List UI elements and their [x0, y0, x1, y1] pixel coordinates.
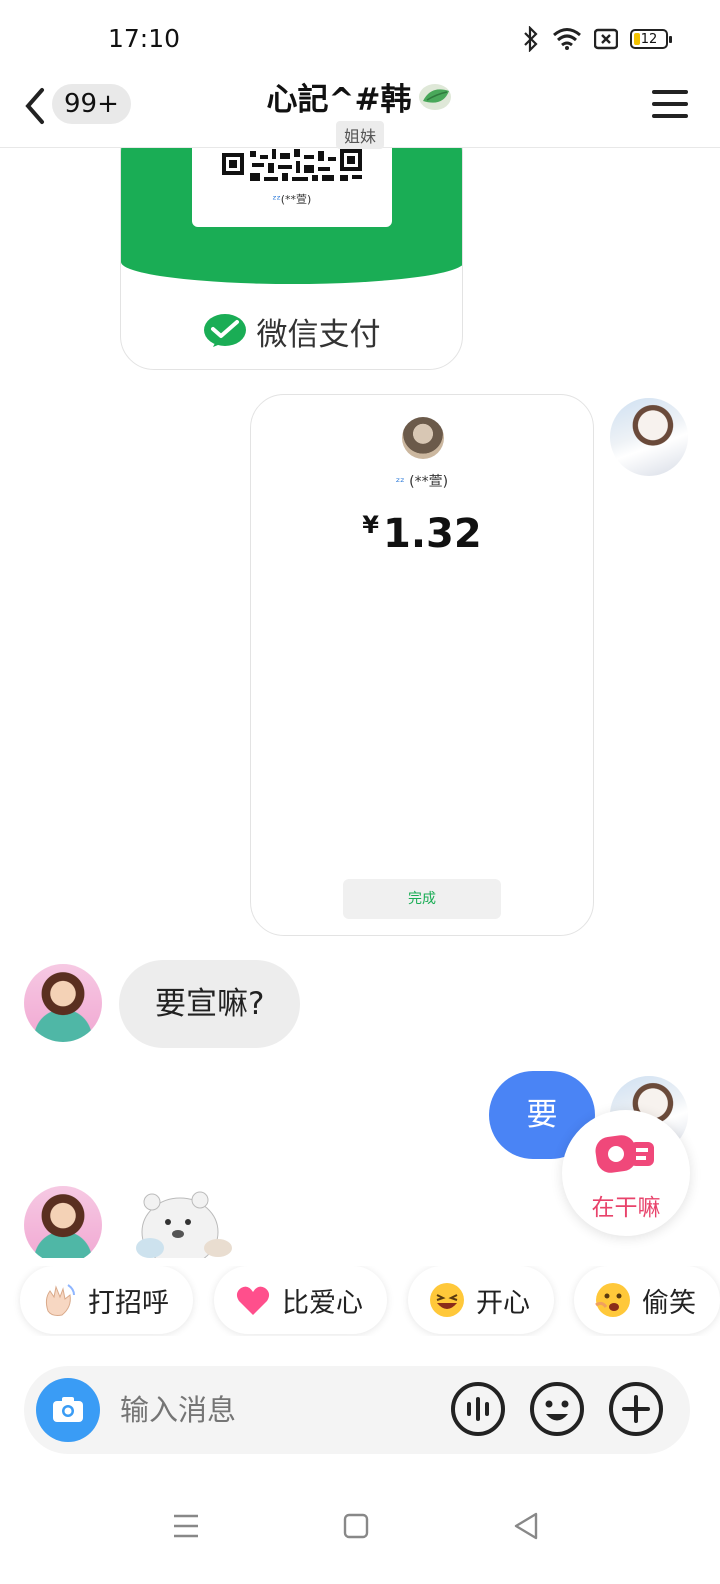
qr-payee-label: ᶻᶻ(**萱)	[272, 193, 312, 206]
whatcha-doing-label: 在干嘛	[591, 1195, 661, 1221]
system-navigation-bar	[0, 1490, 720, 1560]
qr-code-icon	[222, 149, 362, 183]
sim-disabled-icon	[594, 28, 618, 50]
oh-logo-icon	[595, 1135, 654, 1173]
quick-reaction-label: 打招呼	[88, 1287, 169, 1319]
laughing-face-icon	[430, 1283, 464, 1317]
my-avatar[interactable]	[610, 398, 688, 476]
qr-code-box: ᶻᶻ(**萱)	[192, 148, 392, 227]
giggling-face-icon	[595, 1283, 630, 1317]
chat-header: 99+ 心記^#韩 姐妹	[0, 70, 720, 149]
quick-reaction-wave[interactable]: 打招呼	[20, 1266, 193, 1334]
hamburger-menu-icon[interactable]	[652, 90, 688, 120]
camera-button[interactable]	[36, 1378, 100, 1442]
pink-heart-icon	[236, 1286, 270, 1315]
chat-message-list[interactable]: ᶻᶻ(**萱) 微信支付 ᶻᶻ (**萱) ¥1.32 完成 要宣嘛? 要 在干…	[0, 148, 720, 1258]
bluetooth-icon	[524, 26, 538, 52]
chat-title: 心記^#韩	[267, 74, 454, 119]
chat-title-block[interactable]: 心記^#韩 姐妹	[0, 74, 720, 149]
payee-name: ᶻᶻ (**萱)	[395, 474, 449, 490]
quick-reaction-giggle[interactable]: 偷笑	[574, 1266, 720, 1334]
voice-wave-icon[interactable]	[450, 1381, 506, 1437]
payee-avatar	[402, 417, 444, 459]
payment-amount: ¥1.32	[362, 511, 482, 557]
incoming-message-bubble[interactable]: 要宣嘛?	[119, 960, 301, 1048]
chat-title-text: 心記^#韩	[266, 82, 412, 118]
friend-avatar[interactable]	[24, 1186, 102, 1258]
bear-sticker-icon[interactable]	[130, 1182, 236, 1258]
recents-menu-icon[interactable]	[166, 1506, 206, 1546]
wechat-pay-qr-card[interactable]: ᶻᶻ(**萱) 微信支付	[120, 148, 463, 370]
wechat-pay-footer: 微信支付	[121, 309, 462, 354]
wechat-pay-label: 微信支付	[256, 317, 381, 353]
home-square-icon[interactable]	[336, 1506, 376, 1546]
wechat-pay-icon	[203, 313, 246, 347]
quick-reaction-label: 比爱心	[282, 1287, 363, 1319]
smiley-icon[interactable]	[529, 1381, 585, 1437]
status-icons: 12	[522, 26, 672, 52]
plus-circle-icon[interactable]	[608, 1381, 664, 1437]
wifi-icon	[553, 28, 581, 50]
camera-icon	[53, 1397, 83, 1422]
message-input[interactable]	[120, 1380, 440, 1440]
payment-receipt-card[interactable]: ᶻᶻ (**萱) ¥1.32 完成	[250, 394, 594, 936]
relation-tag: 姐妹	[335, 121, 384, 149]
message-composer	[24, 1366, 690, 1454]
friend-avatar[interactable]	[24, 964, 102, 1042]
status-bar: 17:10 12	[0, 0, 720, 78]
whatcha-doing-floating-button[interactable]: 在干嘛	[562, 1110, 690, 1236]
waving-hand-icon	[45, 1284, 75, 1316]
quick-reaction-label: 偷笑	[642, 1287, 696, 1319]
quick-reaction-happy[interactable]: 开心	[408, 1266, 554, 1334]
leaf-icon	[419, 83, 452, 110]
back-triangle-icon[interactable]	[506, 1506, 546, 1546]
battery-icon: 12	[630, 29, 672, 49]
done-button[interactable]: 完成	[343, 879, 501, 919]
quick-reaction-bar: 打招呼 比爱心 开心 偷笑	[0, 1266, 720, 1336]
status-time: 17:10	[108, 24, 181, 53]
quick-reaction-heart[interactable]: 比爱心	[214, 1266, 387, 1334]
quick-reaction-label: 开心	[476, 1287, 530, 1319]
